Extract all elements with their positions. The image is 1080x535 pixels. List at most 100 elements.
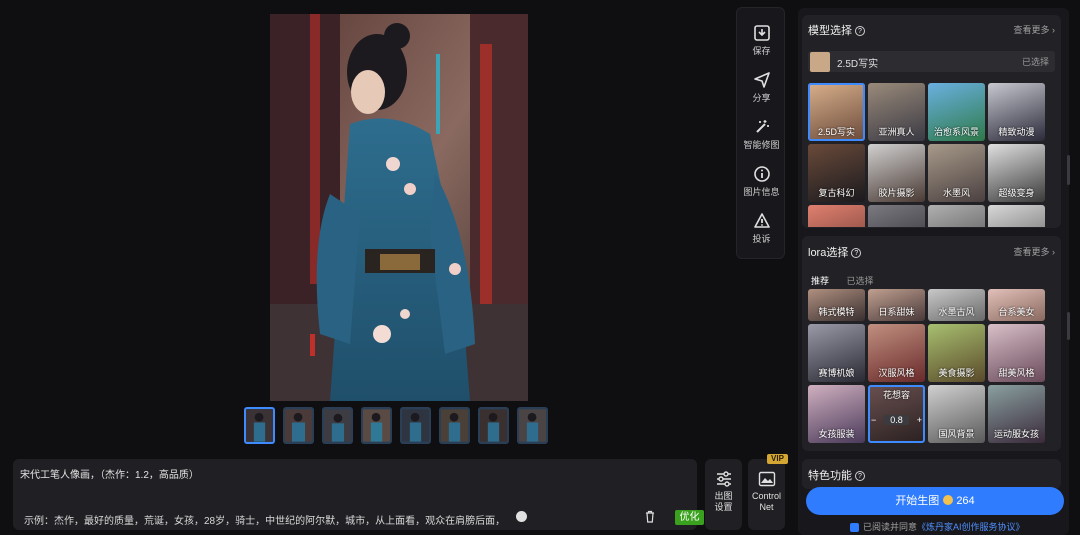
model-tile[interactable] (988, 205, 1045, 227)
lora-tile[interactable]: 台系美女 (988, 289, 1045, 321)
save-label: 保存 (752, 46, 771, 56)
help-icon[interactable]: ? (855, 471, 865, 482)
weight-value[interactable]: 0.8 (884, 415, 909, 425)
lora-tile-label: 国风背景 (938, 429, 975, 439)
thumbnail-6[interactable] (439, 407, 470, 444)
controlnet-button[interactable]: Control Net (748, 459, 785, 530)
dice-icon[interactable] (516, 511, 527, 522)
start-generate-button[interactable]: 开始生图 264 (806, 487, 1064, 515)
lora-tile[interactable]: 水墨古风 (928, 289, 985, 321)
share-button[interactable]: 分享 (737, 71, 786, 104)
sliders-icon (716, 471, 731, 487)
thumbnail-3[interactable] (322, 407, 353, 444)
weight-plus-button[interactable]: + (917, 415, 922, 425)
thumbnail-1[interactable] (244, 407, 275, 444)
image-toolbar: 保存 分享 智能修图 图片信息 投诉 (736, 7, 785, 259)
model-tile[interactable]: 治愈系风景 (928, 83, 985, 141)
lora-tile[interactable]: 美食摄影 (928, 324, 985, 382)
selected-model-avatar (810, 52, 830, 72)
optimize-button[interactable]: 优化 (675, 510, 704, 525)
magic-wand-icon (755, 120, 769, 133)
lora-tile-selected[interactable]: 花想容 − 0.8 + (868, 385, 925, 443)
model-tile[interactable]: 亚洲真人 (868, 83, 925, 141)
model-more-text: 查看更多 (1013, 25, 1050, 35)
model-title: 模型选择 (808, 25, 852, 37)
tab-recommended[interactable]: 推荐 (811, 274, 829, 287)
lora-tile-label: 韩式模特 (818, 307, 855, 317)
model-tile[interactable]: 胶片摄影 (868, 144, 925, 202)
lora-tile[interactable]: 汉服风格 (868, 324, 925, 382)
share-icon (753, 72, 770, 88)
save-icon (753, 25, 770, 41)
lora-tile[interactable]: 赛博机娘 (808, 324, 865, 382)
lora-title-row: lora选择? (808, 244, 862, 260)
model-tile[interactable]: 复古科幻 (808, 144, 865, 202)
generated-image[interactable] (270, 14, 528, 401)
trash-icon[interactable] (644, 510, 656, 523)
lora-tile-label: 台系美女 (998, 307, 1035, 317)
agreement-row: 已阅读并同意《炼丹家AI创作服务协议》 (850, 520, 1025, 533)
lora-tile-label: 美食摄影 (938, 368, 975, 378)
agreement-checkbox[interactable] (850, 523, 859, 533)
model-tile-label: 水墨风 (942, 188, 970, 198)
model-grid: 2.5D写实 亚洲真人 治愈系风景 精致动漫 复古科幻 胶片摄影 水墨风 超级变… (808, 83, 1045, 227)
model-tile[interactable]: 精致动漫 (988, 83, 1045, 141)
right-panel: 模型选择? 查看更多 › 2.5D写实 已选择 2.5D写实 亚洲真人 治愈系风… (798, 8, 1069, 535)
model-tile[interactable] (868, 205, 925, 227)
tab-selected[interactable]: 已选择 (847, 274, 874, 287)
lora-tile[interactable]: 运动服女孩 (988, 385, 1045, 443)
agreement-link[interactable]: 《炼丹家AI创作服务协议》 (917, 522, 1025, 532)
output-settings-label-1: 出图 (714, 491, 733, 501)
smart-retouch-button[interactable]: 智能修图 (737, 118, 786, 151)
output-settings-label-2: 设置 (714, 502, 733, 512)
lora-tile-label: 甜美风格 (998, 368, 1035, 378)
start-generate-label: 开始生图 (895, 495, 940, 507)
lora-tile-label: 女孩服装 (818, 429, 855, 439)
selected-model-state: 已选择 (1021, 57, 1049, 67)
model-tile-label: 2.5D写实 (817, 127, 855, 137)
lora-tile[interactable]: 女孩服装 (808, 385, 865, 443)
model-tile-label: 精致动漫 (998, 127, 1035, 137)
lora-scrollbar[interactable] (1067, 312, 1070, 340)
model-tile[interactable] (928, 205, 985, 227)
model-tile[interactable]: 超级变身 (988, 144, 1045, 202)
lora-weight-stepper[interactable]: − 0.8 + (871, 413, 922, 427)
warning-icon (753, 213, 770, 228)
lora-tile[interactable]: 日系甜妹 (868, 289, 925, 321)
lora-grid: 韩式模特 日系甜妹 水墨古风 台系美女 赛博机娘 汉服风格 美食摄影 甜美风格 … (808, 287, 1045, 443)
lora-tile-label: 汉服风格 (878, 368, 915, 378)
coin-icon (943, 495, 954, 506)
lora-title: lora选择 (808, 247, 849, 259)
model-tile[interactable]: 2.5D写实 (808, 83, 865, 141)
image-info-button[interactable]: 图片信息 (737, 165, 786, 198)
prompt-input[interactable]: 宋代工笔人像画，（杰作：1.2，高品质） 示例：杰作，最好的质量，荒诞，女孩，2… (13, 459, 704, 530)
thumbnail-2[interactable] (283, 407, 314, 444)
model-more-link[interactable]: 查看更多 › (1013, 23, 1055, 36)
weight-minus-button[interactable]: − (871, 415, 876, 425)
report-button[interactable]: 投诉 (737, 212, 786, 245)
smart-retouch-label: 智能修图 (743, 140, 780, 150)
thumbnail-8[interactable] (517, 407, 548, 444)
lora-tile-label: 日系甜妹 (878, 307, 915, 317)
help-icon[interactable]: ? (851, 248, 862, 259)
lora-tile[interactable]: 国风背景 (928, 385, 985, 443)
agreement-text: 已阅读并同意 (863, 522, 918, 532)
thumbnail-4[interactable] (361, 407, 392, 444)
model-tile[interactable]: 水墨风 (928, 144, 985, 202)
lora-tile[interactable]: 韩式模特 (808, 289, 865, 321)
thumbnail-5[interactable] (400, 407, 431, 444)
lora-tile-label: 花想容 (882, 390, 910, 400)
lora-more-text: 查看更多 (1013, 247, 1050, 257)
model-section: 模型选择? 查看更多 › 2.5D写实 已选择 2.5D写实 亚洲真人 治愈系风… (802, 15, 1061, 228)
model-tile[interactable] (808, 205, 865, 227)
thumbnail-7[interactable] (478, 407, 509, 444)
model-scrollbar[interactable] (1067, 155, 1070, 185)
selected-model-row[interactable]: 2.5D写实 已选择 (808, 51, 1055, 72)
save-button[interactable]: 保存 (737, 24, 786, 57)
lora-more-link[interactable]: 查看更多 › (1013, 245, 1055, 258)
lora-tile[interactable]: 甜美风格 (988, 324, 1045, 382)
model-tile-label: 复古科幻 (818, 188, 855, 198)
prompt-text[interactable]: 宋代工笔人像画，（杰作：1.2，高品质） (20, 466, 199, 481)
help-icon[interactable]: ? (855, 26, 865, 37)
output-settings-button[interactable]: 出图 设置 (705, 459, 742, 530)
